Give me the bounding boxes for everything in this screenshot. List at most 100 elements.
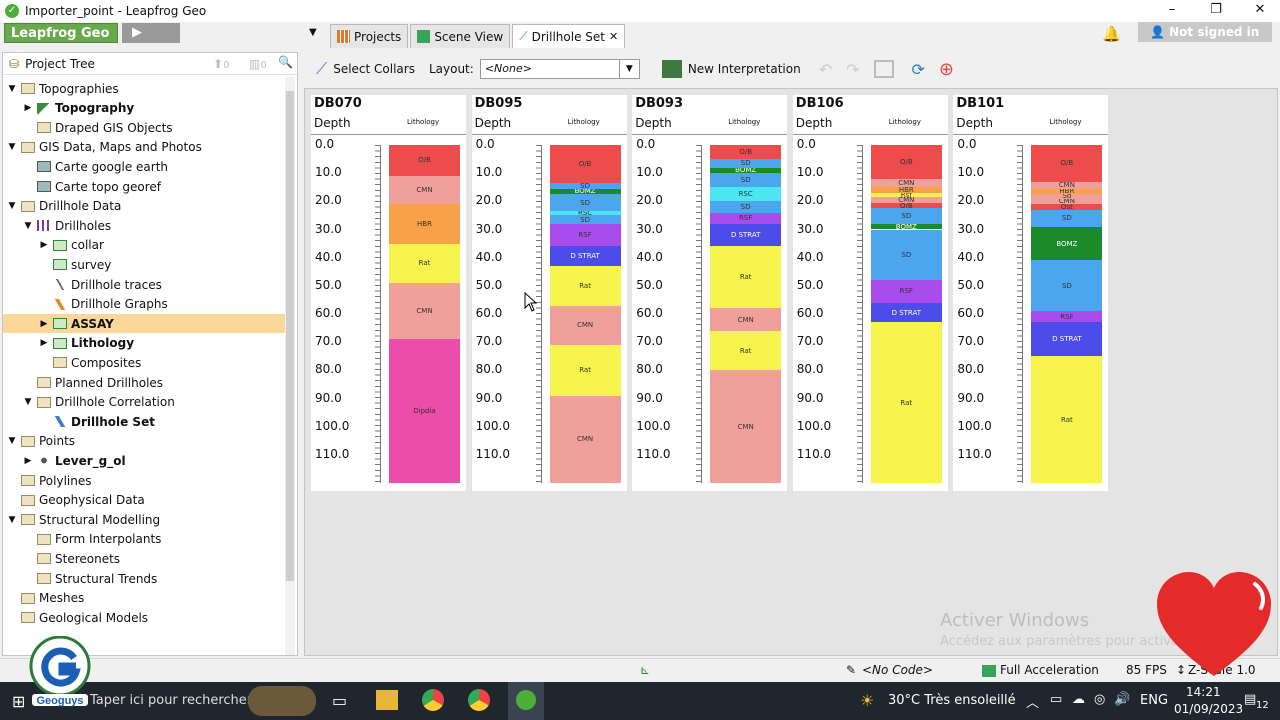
- tree-node[interactable]: survey: [3, 255, 285, 274]
- heart-icon[interactable]: [1155, 570, 1273, 680]
- lithology-interval[interactable]: Rat: [389, 243, 460, 283]
- lithology-interval[interactable]: Rat: [549, 344, 621, 396]
- tree-node[interactable]: Planned Drillholes: [3, 373, 285, 392]
- tree-node[interactable]: ▼ Topographies: [3, 79, 285, 98]
- lithology-interval[interactable]: O/B: [1031, 145, 1103, 182]
- lithology-interval[interactable]: Dipdia: [389, 339, 460, 483]
- tree-node[interactable]: ▶ Topography: [3, 99, 285, 118]
- lithology-interval[interactable]: CMN: [549, 305, 621, 345]
- drillhole-column[interactable]: DB095 Depth Lithology 0.0 10.0 20.0 30.0 40.0 50…: [471, 95, 627, 491]
- lithology-interval[interactable]: SD: [549, 215, 621, 224]
- collapse-arrow-icon[interactable]: ▶: [39, 338, 49, 348]
- lithology-interval[interactable]: Rat: [549, 266, 621, 306]
- select-collars-button[interactable]: Select Collars: [333, 62, 415, 76]
- tree-scrollbar-thumb[interactable]: [286, 91, 294, 581]
- tree-scrollbar[interactable]: [285, 77, 295, 655]
- tree-node[interactable]: ▼ GIS Data, Maps and Photos: [3, 138, 285, 157]
- lithology-interval[interactable]: O/B: [710, 145, 782, 160]
- new-interpretation-button[interactable]: New Interpretation: [688, 62, 801, 76]
- drillhole-set-view[interactable]: DB070 Depth Lithology 0.0 10.0 20.0 30.0 40.0 50…: [304, 88, 1278, 656]
- tree-node[interactable]: ▼ Points: [3, 432, 285, 451]
- expand-arrow-icon[interactable]: ▼: [23, 397, 33, 407]
- lithology-interval[interactable]: SD: [549, 194, 621, 212]
- expand-arrow-icon[interactable]: ▼: [7, 201, 17, 211]
- lithology-interval[interactable]: RSF: [710, 212, 782, 224]
- drillhole-column[interactable]: DB106 Depth Lithology 0.0 10.0 20.0 30.0 40.0 50…: [792, 95, 948, 491]
- tree-node[interactable]: Meshes: [3, 589, 285, 608]
- lithology-interval[interactable]: SD: [1031, 209, 1103, 227]
- lithology-interval[interactable]: D STRAT: [549, 246, 621, 267]
- expand-arrow-icon[interactable]: ▼: [7, 142, 17, 152]
- lithology-interval[interactable]: CMN: [1031, 181, 1103, 189]
- clock-time[interactable]: 14:21: [1186, 685, 1221, 699]
- refresh-icon[interactable]: ⟳: [912, 60, 925, 79]
- collapse-arrow-icon[interactable]: ▶: [39, 240, 49, 250]
- weather-status[interactable]: 30°C Très ensoleillé: [888, 693, 1016, 708]
- tree-node[interactable]: Form Interpolants: [3, 530, 285, 549]
- undo-icon[interactable]: ↶: [819, 60, 832, 79]
- volume-icon[interactable]: 🔊: [1114, 692, 1130, 707]
- tree-node[interactable]: Structural Trends: [3, 569, 285, 588]
- lithology-interval[interactable]: SD: [1031, 260, 1103, 312]
- expand-arrow-icon[interactable]: ▼: [7, 515, 17, 525]
- sign-in-button[interactable]: 👤 Not signed in: [1138, 22, 1272, 42]
- lithology-interval[interactable]: RSF: [1031, 311, 1103, 323]
- lithology-interval[interactable]: SD: [710, 173, 782, 188]
- lithology-interval[interactable]: O/B: [870, 145, 942, 179]
- tree-node[interactable]: Composites: [3, 353, 285, 372]
- tab-list-chevron-icon[interactable]: ▼: [309, 27, 317, 38]
- tab-scene-view[interactable]: Scene View: [410, 24, 511, 48]
- lithology-interval[interactable]: SD: [870, 208, 942, 224]
- acceleration-status[interactable]: Full Acceleration: [1000, 663, 1099, 677]
- lithology-interval[interactable]: RSC: [710, 187, 782, 202]
- lithology-interval[interactable]: O/B: [389, 145, 460, 176]
- notification-icon[interactable]: ▤: [1244, 692, 1256, 707]
- bars-icon[interactable]: ▥0: [249, 57, 267, 71]
- tree-node[interactable]: Stereonets: [3, 549, 285, 568]
- clock-date[interactable]: 01/09/2023: [1174, 702, 1243, 716]
- lithology-interval[interactable]: Rat: [710, 246, 782, 309]
- tree-node[interactable]: Drillhole Set: [3, 412, 285, 431]
- battery-icon[interactable]: ▭: [1050, 692, 1062, 707]
- tree-node[interactable]: Drillhole Graphs: [3, 295, 285, 314]
- network-icon[interactable]: ◎: [1094, 692, 1105, 707]
- lithology-interval[interactable]: RSF: [870, 280, 942, 303]
- lithology-interval[interactable]: SD: [710, 159, 782, 168]
- lithology-interval[interactable]: BOMZ: [1031, 226, 1103, 261]
- lithology-interval[interactable]: O/B: [549, 145, 621, 184]
- expand-arrow-icon[interactable]: ▼: [23, 221, 33, 231]
- lithology-interval[interactable]: Rat: [870, 322, 942, 483]
- tree-node[interactable]: ▼ Drillhole Data: [3, 197, 285, 216]
- drillhole-column[interactable]: DB093 Depth Lithology 0.0 10.0 20.0 30.0 40.0 50…: [632, 95, 788, 491]
- tree-node[interactable]: ▼ Drillholes: [3, 216, 285, 235]
- lithology-interval[interactable]: CMN: [870, 178, 942, 188]
- tree-node[interactable]: Draped GIS Objects: [3, 118, 285, 137]
- maximize-button[interactable]: ❐: [1194, 0, 1238, 22]
- tree-node[interactable]: ▶ ASSAY: [3, 314, 285, 334]
- save-icon[interactable]: [873, 60, 894, 78]
- lithology-interval[interactable]: CMN: [389, 283, 460, 340]
- bell-icon[interactable]: 🔔: [1102, 25, 1121, 43]
- layout-select[interactable]: <None> ▼: [479, 59, 640, 79]
- tab-drillhole-set[interactable]: ⟋ Drillhole Set ✕: [512, 24, 626, 48]
- taskbar-search-box[interactable]: Taper ici pour rechercher: [90, 693, 252, 708]
- collapse-arrow-icon[interactable]: ▶: [23, 103, 33, 113]
- tab-projects[interactable]: Projects: [330, 24, 409, 48]
- lithology-interval[interactable]: CMN: [389, 175, 460, 205]
- lithology-interval[interactable]: RSF: [549, 223, 621, 247]
- windows-start-icon[interactable]: ⊞: [12, 692, 25, 711]
- collapse-arrow-icon[interactable]: ▶: [23, 456, 33, 466]
- lithology-interval[interactable]: CMN: [549, 395, 621, 483]
- lithology-interval[interactable]: Rat: [710, 330, 782, 371]
- lithology-interval[interactable]: CMN: [710, 370, 782, 483]
- tree-node[interactable]: Drillhole traces: [3, 275, 285, 294]
- expand-arrow-icon[interactable]: ▼: [7, 84, 17, 94]
- leapfrog-menu-button[interactable]: Leapfrog Geo ▼: [4, 23, 118, 60]
- tree-node[interactable]: ▶ collar: [3, 236, 285, 255]
- chrome-icon[interactable]: [422, 689, 444, 711]
- task-view-icon[interactable]: ▭: [332, 691, 347, 710]
- collapse-arrow-icon[interactable]: ▶: [39, 319, 49, 329]
- tree-node[interactable]: ▶ Lever_g_ol: [3, 451, 285, 470]
- run-button[interactable]: ▶: [122, 23, 180, 43]
- move-up-icon[interactable]: ⬆0: [213, 57, 229, 71]
